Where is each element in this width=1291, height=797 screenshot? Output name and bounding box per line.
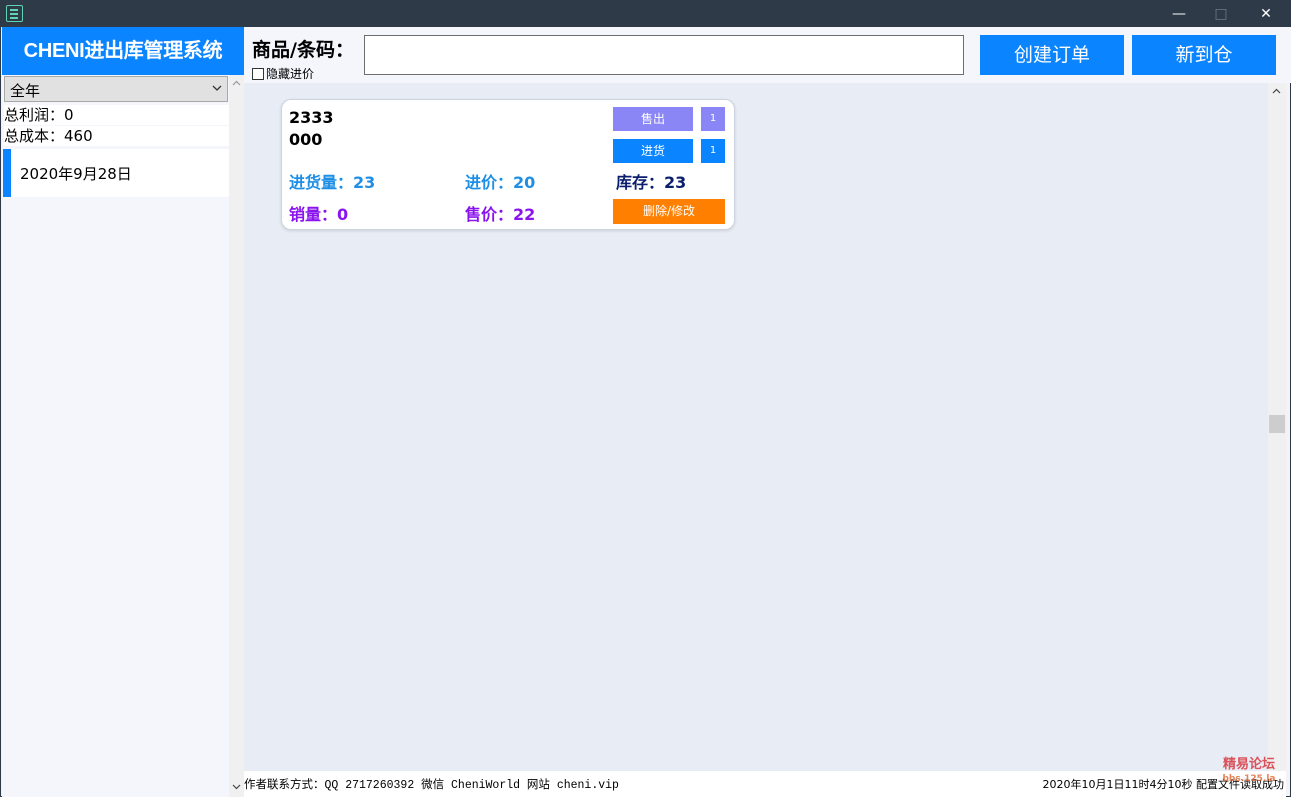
stock-level: 库存：23 xyxy=(616,173,687,192)
minimize-button[interactable]: — xyxy=(1157,1,1201,27)
scroll-up-icon[interactable] xyxy=(1272,87,1281,96)
restock-quantity-field[interactable]: 1 xyxy=(701,139,725,163)
sidebar-scrollbar[interactable] xyxy=(229,75,244,797)
content-scrollbar[interactable] xyxy=(1268,83,1286,771)
sidebar-panel: 全年 总利润：0 总成本：460 2020年9月28日 xyxy=(2,75,229,797)
sell-button[interactable]: 售出 xyxy=(613,107,693,131)
chevron-down-icon xyxy=(212,85,222,91)
period-select-value: 全年 xyxy=(10,82,41,100)
restock-button[interactable]: 进货 xyxy=(613,139,693,163)
total-cost: 总成本：460 xyxy=(4,126,229,146)
status-bar: 作者联系方式：QQ 2717260392 微信 CheniWorld 网站 ch… xyxy=(244,771,1286,797)
product-name-line2: 000 xyxy=(289,130,323,149)
product-card: 2333 000 进货量：23 进价：20 库存：23 销量：0 售价：22 售… xyxy=(281,99,735,230)
selected-indicator xyxy=(3,149,11,197)
sale-price: 售价：22 xyxy=(465,205,536,224)
cost-price: 进价：20 xyxy=(465,173,536,192)
date-list-item[interactable]: 2020年9月28日 xyxy=(3,149,229,197)
hide-cost-label: 隐藏进价 xyxy=(266,67,315,81)
watermark-title: 精易论坛 xyxy=(1222,757,1275,772)
delete-edit-button[interactable]: 删除/修改 xyxy=(613,199,725,224)
app-logo-icon xyxy=(6,5,23,22)
checkbox-box[interactable] xyxy=(252,67,264,80)
scroll-up-icon[interactable] xyxy=(232,79,241,88)
period-select[interactable]: 全年 xyxy=(4,76,228,102)
watermark-url: bbs.125.la xyxy=(1222,774,1276,784)
watermark: 精易论坛 bbs.125.la xyxy=(1217,758,1281,788)
hide-cost-checkbox[interactable]: 隐藏进价 xyxy=(252,63,315,81)
new-stock-button[interactable]: 新到仓 xyxy=(1132,35,1276,75)
maximize-button[interactable]: □ xyxy=(1199,1,1243,27)
toolbar: 商品/条码： 隐藏进价 创建订单 新到仓 xyxy=(244,27,1291,83)
scroll-thumb[interactable] xyxy=(1269,415,1285,433)
sold-quantity: 销量：0 xyxy=(289,205,349,224)
sell-quantity-field[interactable]: 1 xyxy=(701,107,725,131)
product-grid: 2333 000 进货量：23 进价：20 库存：23 销量：0 售价：22 售… xyxy=(244,83,1268,771)
scroll-down-icon[interactable] xyxy=(232,782,241,791)
sidebar: CHENI进出库管理系统 全年 总利润：0 总成本：460 2020年9月28日 xyxy=(2,27,244,797)
total-profit: 总利润：0 xyxy=(4,105,229,125)
inbound-quantity: 进货量：23 xyxy=(289,173,376,192)
date-list-item-label: 2020年9月28日 xyxy=(20,165,132,183)
search-label: 商品/条码： xyxy=(252,39,354,61)
search-input[interactable] xyxy=(364,35,964,75)
app-window: — □ ✕ CHENI进出库管理系统 全年 总利润：0 总成本：460 2020… xyxy=(0,0,1291,797)
create-order-button[interactable]: 创建订单 xyxy=(980,35,1124,75)
product-name: 2333 xyxy=(289,108,334,127)
title-bar: — □ ✕ xyxy=(1,1,1291,27)
close-button[interactable]: ✕ xyxy=(1244,1,1288,27)
author-contact: 作者联系方式：QQ 2717260392 微信 CheniWorld 网站 ch… xyxy=(244,779,619,792)
app-title: CHENI进出库管理系统 xyxy=(2,27,244,75)
